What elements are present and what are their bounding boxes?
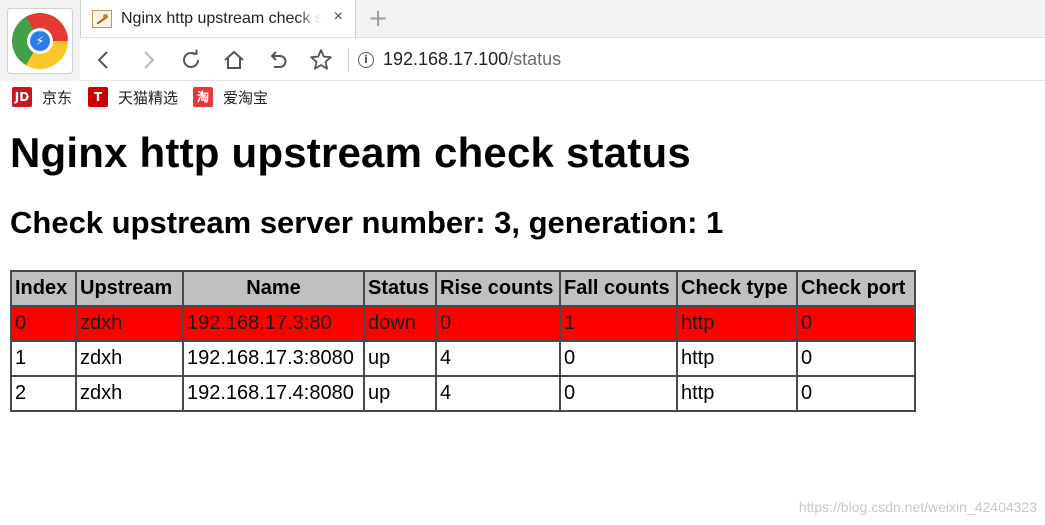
page-subtitle: Check upstream server number: 3, generat… [10, 205, 724, 240]
cell-name: 192.168.17.3:8080 [182, 340, 365, 377]
url-path: /status [508, 49, 562, 69]
page-title: Nginx http upstream check status [10, 129, 691, 176]
cell-check-type: http [676, 375, 798, 412]
browser-chrome: ⚡ Nginx http upstream check status × + i [0, 0, 1045, 114]
cell-name: 192.168.17.3:80 [182, 305, 365, 342]
bookmarks-bar: JD 京东 T 天猫精选 淘 爱淘宝 [0, 81, 1045, 114]
cell-check-port: 0 [796, 340, 916, 377]
cell-upstream: zdxh [75, 305, 184, 342]
bookmark-label: 爱淘宝 [223, 88, 269, 107]
cell-index: 1 [10, 340, 77, 377]
table-row: 2 zdxh 192.168.17.4:8080 up 4 0 http 0 [10, 375, 916, 412]
bookmark-label: 京东 [42, 88, 73, 107]
jd-icon: JD [12, 87, 32, 107]
cell-status: down [363, 305, 437, 342]
new-tab-icon[interactable]: + [368, 4, 388, 32]
cell-fall-counts: 1 [559, 305, 678, 342]
upstream-status-table: Index Upstream Name Status Rise counts F… [10, 270, 916, 412]
table-row: 0 zdxh 192.168.17.3:80 down 0 1 http 0 [10, 305, 916, 342]
cell-check-port: 0 [796, 305, 916, 342]
column-header: Upstream [75, 270, 184, 307]
cell-status: up [363, 375, 437, 412]
cell-fall-counts: 0 [559, 340, 678, 377]
cell-rise-counts: 0 [435, 305, 561, 342]
cell-check-type: http [676, 305, 798, 342]
browser-logo-icon[interactable]: ⚡ [7, 8, 73, 74]
cell-status: up [363, 340, 437, 377]
tab-close-icon[interactable]: × [334, 8, 343, 26]
undo-icon[interactable] [264, 46, 292, 74]
bookmark-tmall[interactable]: T 天猫精选 [88, 87, 178, 107]
column-header: Name [182, 270, 365, 307]
cell-check-type: http [676, 340, 798, 377]
cell-check-port: 0 [796, 375, 916, 412]
browser-toolbar: i 192.168.17.100/status [80, 37, 1045, 81]
site-info-icon[interactable]: i [358, 52, 374, 68]
bookmark-jd[interactable]: JD 京东 [12, 87, 72, 107]
reload-icon[interactable] [177, 46, 205, 74]
url-host: 192.168.17.100 [383, 49, 509, 69]
forward-icon[interactable] [134, 46, 162, 74]
watermark: https://blog.csdn.net/weixin_42404323 [798, 499, 1037, 515]
cell-rise-counts: 4 [435, 375, 561, 412]
table-header-row: Index Upstream Name Status Rise counts F… [10, 270, 916, 307]
cell-index: 0 [10, 305, 77, 342]
column-header: Index [10, 270, 77, 307]
toolbar-separator [348, 48, 349, 72]
bookmark-star-icon[interactable] [307, 46, 335, 74]
cell-upstream: zdxh [75, 340, 184, 377]
cell-name: 192.168.17.4:8080 [182, 375, 365, 412]
column-header: Status [363, 270, 437, 307]
taobao-icon: 淘 [193, 87, 213, 107]
cell-upstream: zdxh [75, 375, 184, 412]
cell-rise-counts: 4 [435, 340, 561, 377]
bookmark-label: 天猫精选 [118, 88, 179, 107]
tab-favicon-icon [92, 9, 112, 28]
column-header: Check type [676, 270, 798, 307]
column-header: Check port [796, 270, 916, 307]
tab-title: Nginx http upstream check status [121, 9, 321, 27]
bookmark-aitaobao[interactable]: 淘 爱淘宝 [193, 87, 268, 107]
cell-index: 2 [10, 375, 77, 412]
table-row: 1 zdxh 192.168.17.3:8080 up 4 0 http 0 [10, 340, 916, 377]
browser-tab[interactable]: Nginx http upstream check status × [80, 0, 356, 37]
cell-fall-counts: 0 [559, 375, 678, 412]
address-bar[interactable]: 192.168.17.100/status [383, 49, 561, 70]
tmall-icon: T [88, 87, 108, 107]
home-icon[interactable] [220, 46, 248, 74]
column-header: Fall counts [559, 270, 678, 307]
back-icon[interactable] [90, 46, 118, 74]
column-header: Rise counts [435, 270, 561, 307]
